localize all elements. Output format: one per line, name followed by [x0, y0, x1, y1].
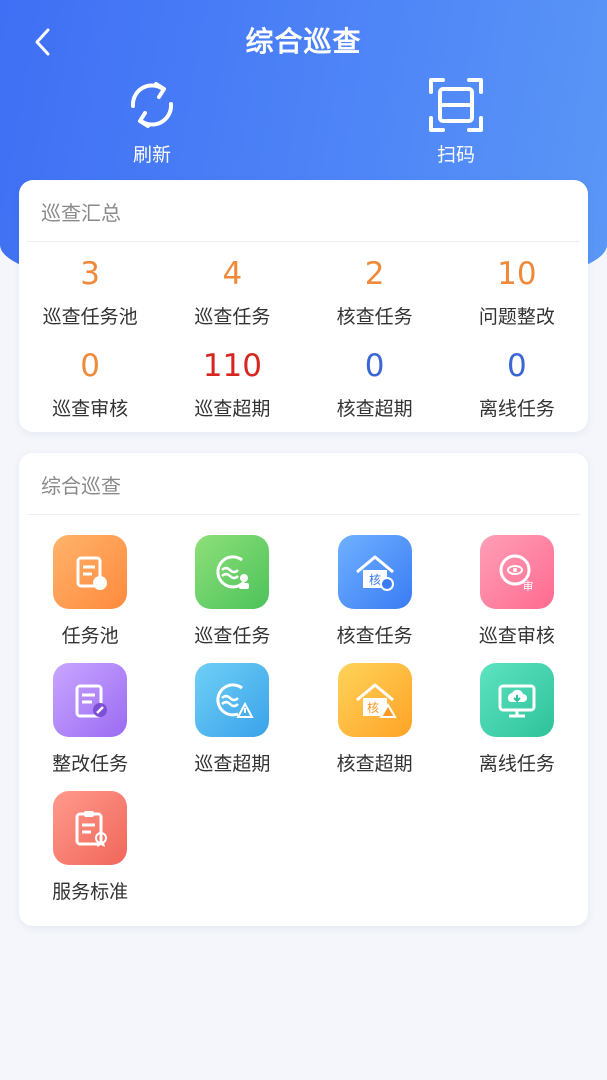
scan-icon	[425, 74, 487, 136]
stat-value: 4	[222, 256, 243, 292]
stat-value: 10	[497, 256, 537, 292]
module-tile[interactable]: 巡查任务	[161, 535, 303, 663]
stat-value: 0	[80, 348, 100, 384]
svg-text:审: 审	[522, 579, 533, 593]
patrol-task-icon	[195, 535, 270, 609]
stat-value: 2	[364, 256, 385, 292]
rectify-task-icon	[53, 663, 128, 737]
module-label: 服务标准	[52, 881, 129, 903]
page-title: 综合巡查	[245, 25, 362, 58]
module-tile[interactable]: 巡查超期	[161, 663, 303, 791]
stat-label: 巡查任务池	[42, 306, 138, 328]
summary-title: 巡查汇总	[27, 180, 580, 242]
stat-item[interactable]: 0 离线任务	[446, 342, 588, 434]
stat-item[interactable]: 3 巡查任务池	[19, 250, 161, 342]
module-tile[interactable]: 审巡查审核	[446, 535, 588, 663]
module-tile[interactable]: 核核查超期	[304, 663, 446, 791]
module-tile[interactable]: 服务标准	[19, 791, 161, 919]
module-label: 任务池	[61, 625, 119, 647]
stat-item[interactable]: 0 核查超期	[304, 342, 446, 434]
patrol-overdue-icon	[195, 663, 270, 737]
stat-value: 0	[507, 348, 527, 384]
summary-stats: 3 巡查任务池 4 巡查任务 2 核查任务 10 问题整改 0 巡查审核 110 巡查超期 0 核查超期 0…	[19, 242, 588, 434]
stat-item[interactable]: 4 巡查任务	[161, 250, 303, 342]
stat-label: 核查超期	[336, 398, 413, 420]
module-label: 巡查超期	[194, 753, 271, 775]
stat-item[interactable]: 2 核查任务	[304, 250, 446, 342]
module-label: 核查任务	[336, 625, 413, 647]
refresh-label: 刷新	[132, 144, 171, 166]
stat-item[interactable]: 0 巡查审核	[19, 342, 161, 434]
task-pool-icon	[53, 535, 128, 609]
verify-overdue-icon: 核	[337, 663, 412, 737]
stat-label: 核查任务	[336, 306, 413, 328]
scan-label: 扫码	[436, 144, 475, 166]
module-label: 核查超期	[336, 753, 413, 775]
scan-button[interactable]: 扫码	[396, 74, 516, 174]
module-label: 离线任务	[478, 753, 555, 775]
modules-card: 综合巡查 任务池 巡查任务核核查任务审巡查审核 整改任务 巡查超期核核查超期 离线任务服…	[19, 453, 588, 926]
stat-value: 3	[80, 256, 100, 292]
module-tile[interactable]: 核核查任务	[304, 535, 446, 663]
summary-card: 巡查汇总 3 巡查任务池 4 巡查任务 2 核查任务 10 问题整改 0 巡查审核 110 巡查超期 0…	[19, 180, 588, 432]
stat-label: 巡查任务	[194, 306, 271, 328]
stat-label: 巡查审核	[52, 398, 129, 420]
module-label: 整改任务	[52, 753, 129, 775]
service-standard-icon	[53, 791, 128, 865]
stat-label: 问题整改	[478, 306, 555, 328]
module-label: 巡查任务	[194, 625, 271, 647]
stat-item[interactable]: 10 问题整改	[446, 250, 588, 342]
svg-text:核: 核	[369, 573, 381, 587]
nav-bar: 综合巡查	[0, 0, 607, 82]
verify-task-icon: 核	[337, 535, 412, 609]
stat-item[interactable]: 110 巡查超期	[161, 342, 303, 434]
stat-label: 巡查超期	[194, 398, 271, 420]
patrol-review-icon: 审	[479, 535, 554, 609]
stat-value: 110	[202, 348, 262, 384]
modules-title: 综合巡查	[27, 453, 580, 515]
refresh-icon	[121, 74, 183, 136]
module-label: 巡查审核	[478, 625, 555, 647]
modules-grid: 任务池 巡查任务核核查任务审巡查审核 整改任务 巡查超期核核查超期 离线任务 服务标准	[19, 515, 588, 919]
stat-label: 离线任务	[478, 398, 555, 420]
refresh-button[interactable]: 刷新	[92, 74, 212, 174]
module-tile[interactable]: 离线任务	[446, 663, 588, 791]
module-tile[interactable]: 任务池	[19, 535, 161, 663]
stat-value: 0	[364, 348, 385, 384]
offline-task-icon	[479, 663, 554, 737]
svg-text:核: 核	[367, 701, 379, 715]
module-tile[interactable]: 整改任务	[19, 663, 161, 791]
